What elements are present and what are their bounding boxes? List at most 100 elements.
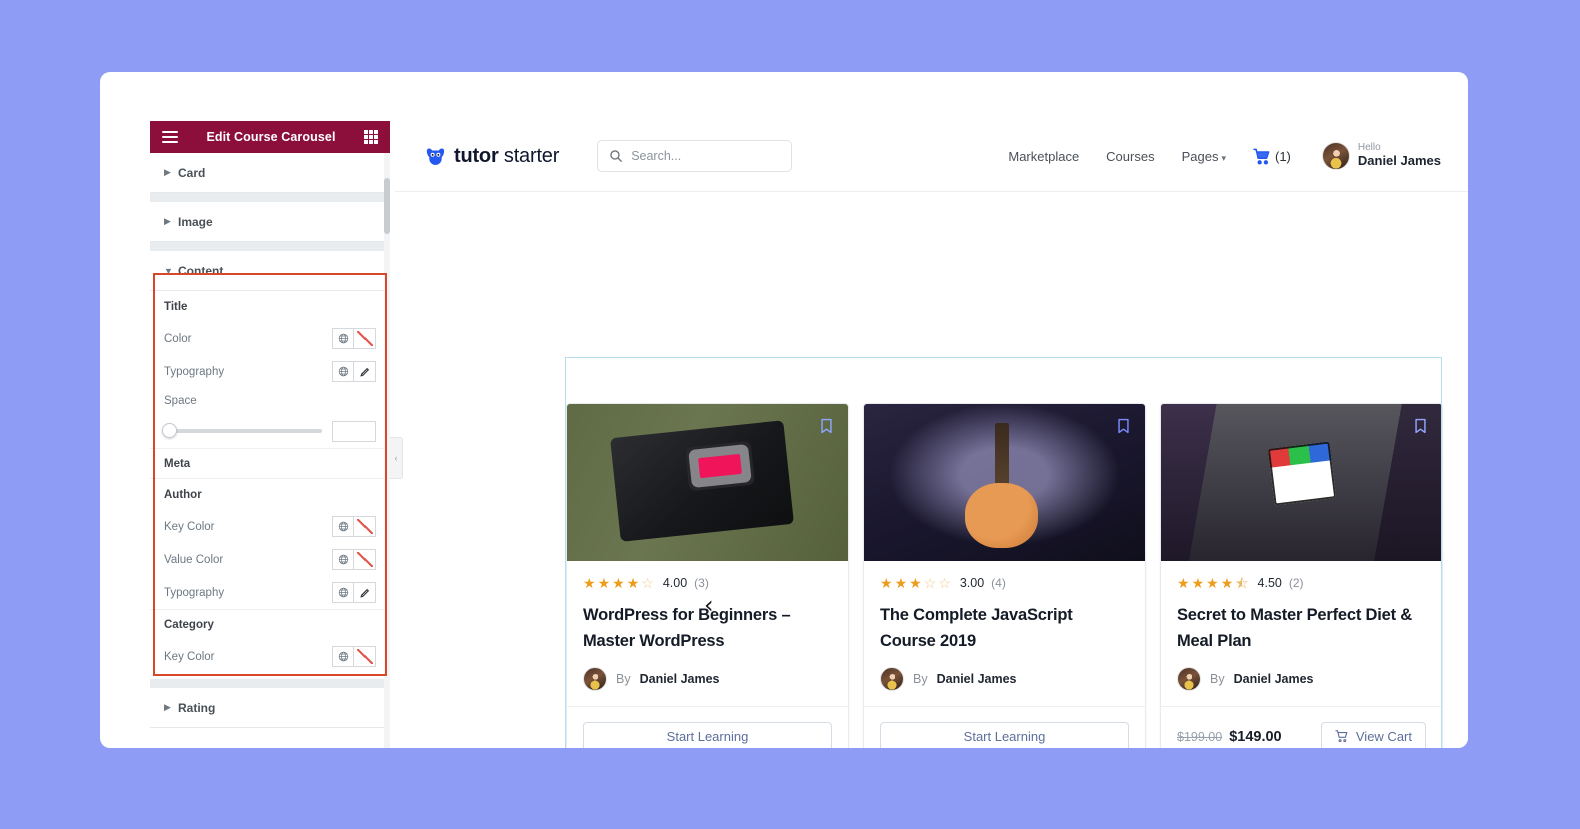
cart-button[interactable]: (1) xyxy=(1253,148,1291,165)
site-preview: tutor starter Search... Marketplace Cour… xyxy=(395,121,1468,748)
rating-value: 3.00 xyxy=(959,576,985,590)
control-author-typography: Typography xyxy=(150,576,390,609)
color-swatch-empty[interactable] xyxy=(354,328,376,349)
start-learning-button[interactable]: Start Learning xyxy=(880,721,1129,748)
rating-count: (3) xyxy=(694,576,709,590)
carousel-prev-arrow[interactable]: ‹ xyxy=(704,593,714,617)
section-card[interactable]: ▶ Card xyxy=(150,153,390,193)
rating: ★ ★ ★ ★ ☆ 4.00 (3) xyxy=(583,574,832,592)
course-card-body: ★ ★ ★ ☆ ☆ 3.00 (4) The Complete JavaScri… xyxy=(864,561,1145,706)
author-name[interactable]: Daniel James xyxy=(1234,672,1314,686)
star-icon: ☆ xyxy=(938,575,951,591)
star-icon: ★ xyxy=(597,575,611,591)
author-by-label: By xyxy=(913,672,928,687)
site-nav: Marketplace Courses Pages ▾ (1) Hello Da… xyxy=(1008,142,1441,170)
globe-icon[interactable] xyxy=(332,582,354,603)
hamburger-icon[interactable] xyxy=(162,131,178,143)
control-title-typography-label: Typography xyxy=(164,365,225,378)
search-placeholder: Search... xyxy=(631,149,682,163)
section-image[interactable]: ▶ Image xyxy=(150,202,390,242)
search-input[interactable]: Search... xyxy=(597,140,793,172)
control-buttons xyxy=(332,361,376,382)
start-learning-button[interactable]: Start Learning xyxy=(583,721,832,748)
control-author-value-color: Value Color xyxy=(150,543,390,576)
slider-handle[interactable] xyxy=(162,423,177,438)
color-swatch-empty[interactable] xyxy=(354,516,376,537)
rating-value: 4.00 xyxy=(662,576,688,590)
globe-icon[interactable] xyxy=(332,549,354,570)
view-cart-label: View Cart xyxy=(1355,729,1412,745)
author-by-label: By xyxy=(616,672,631,687)
control-title-space: Space xyxy=(150,388,390,414)
panel-title: Edit Course Carousel xyxy=(206,130,336,144)
group-meta: Meta xyxy=(150,448,390,479)
course-card[interactable]: ★ ★ ★ ☆ ☆ 3.00 (4) The Complete JavaScri… xyxy=(863,403,1146,748)
globe-icon[interactable] xyxy=(332,361,354,382)
panel-collapse-handle[interactable]: ‹ xyxy=(390,437,403,479)
control-author-typography-label: Typography xyxy=(164,586,225,599)
space-slider[interactable] xyxy=(162,423,322,438)
course-title[interactable]: Secret to Master Perfect Diet & Meal Pla… xyxy=(1177,603,1426,654)
scrollbar-thumb[interactable] xyxy=(384,178,390,234)
nav-item-courses[interactable]: Courses xyxy=(1106,149,1154,164)
section-content[interactable]: ▼ Content xyxy=(150,251,390,291)
site-logo[interactable]: tutor starter xyxy=(424,145,559,168)
chevron-left-icon: ‹ xyxy=(394,453,398,463)
globe-icon[interactable] xyxy=(332,328,354,349)
user-greeting: Hello xyxy=(1357,142,1381,154)
rating: ★ ★ ★ ★ ⯪ 4.50 (2) xyxy=(1177,574,1426,592)
control-buttons xyxy=(332,516,376,537)
color-swatch-empty[interactable] xyxy=(354,646,376,667)
course-card-body: ★ ★ ★ ★ ☆ 4.00 (3) WordPress for Beginne… xyxy=(567,561,848,706)
course-image xyxy=(1161,404,1442,561)
group-title-label: Title xyxy=(164,300,188,313)
globe-icon[interactable] xyxy=(332,516,354,537)
space-slider-row xyxy=(150,414,390,448)
owl-logo-icon xyxy=(426,148,445,165)
globe-icon[interactable] xyxy=(332,646,354,667)
author-by-label: By xyxy=(1210,672,1225,687)
course-card[interactable]: ★ ★ ★ ★ ⯪ 4.50 (2) Secret to Master Perf… xyxy=(1160,403,1443,748)
user-menu[interactable]: Hello Daniel James xyxy=(1321,142,1441,170)
search-icon xyxy=(610,150,623,162)
control-author-key-color: Key Color xyxy=(150,510,390,543)
author-name[interactable]: Daniel James xyxy=(937,672,1017,686)
course-title[interactable]: The Complete JavaScript Course 2019 xyxy=(880,603,1129,654)
chevron-right-icon: ▶ xyxy=(164,167,171,177)
nav-item-marketplace[interactable]: Marketplace xyxy=(1008,149,1079,164)
elementor-editor-panel: Edit Course Carousel ▶ Card ▶ Image ▼ Co… xyxy=(150,121,403,748)
color-swatch-empty[interactable] xyxy=(354,549,376,570)
section-content-label: Content xyxy=(178,263,224,278)
logo-text: tutor starter xyxy=(454,145,559,168)
bookmark-icon[interactable] xyxy=(1410,416,1430,436)
section-image-label: Image xyxy=(178,214,213,229)
carousel-track: ★ ★ ★ ★ ☆ 4.00 (3) WordPress for Beginne… xyxy=(565,403,1443,748)
avatar xyxy=(1177,667,1201,692)
star-icon: ★ xyxy=(894,575,908,591)
star-icon: ★ xyxy=(612,575,625,591)
star-icon: ★ xyxy=(626,575,640,591)
course-card[interactable]: ★ ★ ★ ★ ☆ 4.00 (3) WordPress for Beginne… xyxy=(566,403,849,748)
group-title: Title xyxy=(150,291,390,322)
current-price: $149.00 xyxy=(1229,728,1282,745)
section-rating[interactable]: ▶ Rating xyxy=(150,688,390,728)
control-title-space-label: Space xyxy=(164,395,197,407)
bookmark-icon[interactable] xyxy=(1113,416,1133,436)
control-category-key-color: Key Color xyxy=(150,640,390,673)
nav-item-pages[interactable]: Pages ▾ xyxy=(1182,149,1226,164)
pencil-icon[interactable] xyxy=(354,582,376,603)
control-buttons xyxy=(332,582,376,603)
space-value-input[interactable] xyxy=(332,420,376,442)
bookmark-icon[interactable] xyxy=(816,416,836,436)
section-divider xyxy=(150,679,390,688)
logo-text-bold: tutor xyxy=(454,144,499,167)
site-header: tutor starter Search... Marketplace Cour… xyxy=(395,121,1468,192)
course-author: By Daniel James xyxy=(1177,667,1426,706)
cart-icon xyxy=(1335,730,1348,743)
nav-item-pages-label: Pages xyxy=(1181,148,1219,164)
pencil-icon[interactable] xyxy=(354,361,376,382)
author-name[interactable]: Daniel James xyxy=(640,672,720,686)
section-divider xyxy=(150,193,390,202)
view-cart-button[interactable]: View Cart xyxy=(1320,721,1426,748)
grid-icon[interactable] xyxy=(364,130,378,144)
